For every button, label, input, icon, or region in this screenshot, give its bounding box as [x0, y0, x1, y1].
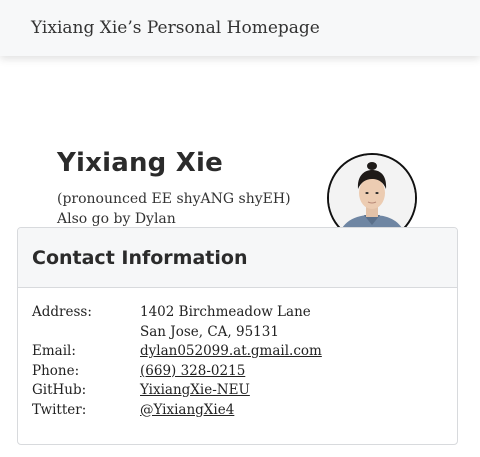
site-header: Yixiang Xie’s Personal Homepage — [0, 0, 480, 56]
twitter-row: Twitter: @YixiangXie4 — [18, 401, 457, 421]
phone-link[interactable]: (669) 328-0215 — [140, 362, 245, 382]
email-row: Email: dylan052099.at.gmail.com — [18, 342, 457, 362]
address-label: Address: — [32, 304, 92, 320]
site-title[interactable]: Yixiang Xie’s Personal Homepage — [31, 18, 320, 38]
github-row: GitHub: YixiangXie-NEU — [18, 381, 457, 401]
phone-label: Phone: — [32, 362, 80, 379]
pronunciation-text: (pronounced EE shyANG shyEH) — [57, 191, 291, 207]
contact-card-header: Contact Information — [18, 228, 457, 288]
address-line1: 1402 Birchmeadow Lane — [140, 304, 311, 320]
alias-text: Also go by Dylan — [57, 211, 176, 227]
address-row: Address: 1402 Birchmeadow Lane — [18, 303, 457, 323]
profile-section: Yixiang Xie (pronounced EE shyANG shyEH)… — [0, 56, 480, 243]
twitter-label: Twitter: — [32, 401, 87, 418]
address-row-2: San Jose, CA, 95131 — [18, 323, 457, 343]
github-link[interactable]: YixiangXie-NEU — [140, 381, 250, 401]
email-label: Email: — [32, 343, 76, 359]
contact-rows: Address: 1402 Birchmeadow Lane San Jose,… — [18, 288, 457, 420]
twitter-link[interactable]: @YixiangXie4 — [140, 401, 234, 421]
email-link[interactable]: dylan052099.at.gmail.com — [140, 342, 322, 362]
phone-row: Phone: (669) 328-0215 — [18, 362, 457, 382]
contact-title: Contact Information — [32, 246, 248, 269]
contact-card: Contact Information Address: 1402 Birchm… — [17, 227, 458, 445]
profile-name: Yixiang Xie — [57, 148, 223, 178]
address-line2: San Jose, CA, 95131 — [140, 323, 279, 340]
github-label: GitHub: — [32, 382, 87, 398]
